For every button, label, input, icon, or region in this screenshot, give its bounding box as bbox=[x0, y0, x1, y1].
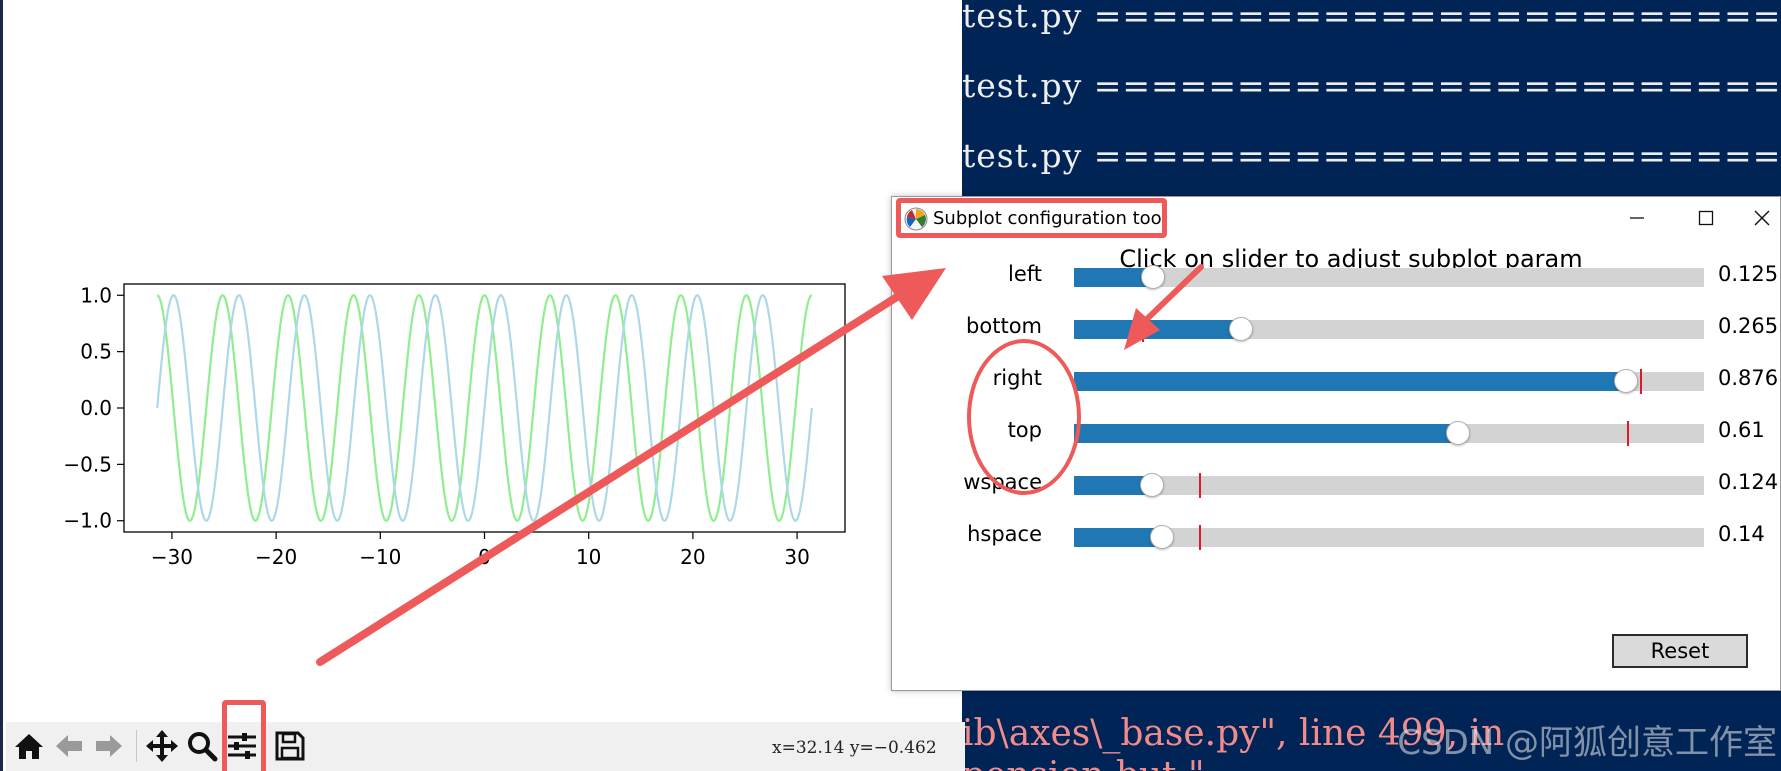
slider-handle[interactable] bbox=[1150, 525, 1175, 549]
x-tick-label: −20 bbox=[255, 545, 297, 569]
terminal-line: test.py ============================= bbox=[962, 0, 1781, 35]
slider-track[interactable] bbox=[1074, 265, 1704, 289]
subplot-config-dialog: Subplot configuration tool Click on slid… bbox=[891, 196, 1781, 691]
terminal-error-line: pension but " bbox=[962, 755, 1205, 771]
x-axis: −30 −20 −10 0 10 20 30 bbox=[151, 532, 810, 569]
figure-window: 1.0 0.5 0.0 −0.5 −1.0 −30 −20 −10 0 10 20 30 bbox=[0, 0, 965, 771]
back-icon[interactable] bbox=[50, 727, 88, 765]
slider-track[interactable] bbox=[1074, 421, 1704, 446]
slider-initial-marker bbox=[1627, 421, 1630, 446]
highlight-box bbox=[896, 198, 1167, 238]
slider-label: bottom bbox=[966, 314, 1042, 338]
slider-handle[interactable] bbox=[1140, 473, 1165, 497]
slider-initial-marker bbox=[1640, 369, 1642, 394]
y-tick-label: 1.0 bbox=[80, 283, 112, 307]
slider-handle[interactable] bbox=[1613, 369, 1638, 393]
slider-row-right: right 0.876 bbox=[892, 365, 1780, 395]
slider-value: 0.125 bbox=[1718, 262, 1779, 286]
slider-row-wspace: wspace 0.124 bbox=[892, 469, 1780, 499]
minimize-button[interactable] bbox=[1617, 203, 1657, 233]
y-tick-label: 0.0 bbox=[80, 396, 112, 420]
home-icon[interactable] bbox=[10, 727, 48, 765]
plot-lines bbox=[156, 294, 813, 522]
y-tick-label: −1.0 bbox=[63, 509, 112, 533]
pan-icon[interactable] bbox=[143, 727, 181, 765]
slider-value: 0.61 bbox=[1718, 418, 1765, 442]
slider-track[interactable] bbox=[1074, 473, 1704, 498]
terminal-line: test.py ============================= bbox=[962, 136, 1781, 175]
slider-row-left: left 0.125 bbox=[892, 261, 1780, 291]
slider-value: 0.14 bbox=[1718, 522, 1765, 546]
close-button[interactable] bbox=[1742, 203, 1781, 233]
zoom-icon[interactable] bbox=[183, 727, 221, 765]
slider-fill bbox=[1074, 424, 1459, 443]
slider-label: top bbox=[1007, 418, 1042, 442]
watermark: CSDN @阿狐创意工作室 bbox=[1397, 723, 1777, 763]
slider-handle[interactable] bbox=[1140, 265, 1165, 289]
x-tick-label: −10 bbox=[359, 545, 401, 569]
toolbar-separator bbox=[136, 730, 137, 762]
y-axis: 1.0 0.5 0.0 −0.5 −1.0 bbox=[63, 283, 124, 533]
navigation-toolbar: x=32.14 y=−0.462 bbox=[6, 700, 965, 771]
slider-value: 0.265 bbox=[1718, 314, 1779, 338]
x-tick-label: 10 bbox=[576, 545, 601, 569]
slider-initial-marker bbox=[1142, 317, 1145, 342]
plot-canvas[interactable]: 1.0 0.5 0.0 −0.5 −1.0 −30 −20 −10 0 10 20 30 bbox=[3, 0, 965, 722]
maximize-button[interactable] bbox=[1686, 203, 1726, 233]
slider-fill bbox=[1074, 372, 1626, 391]
x-tick-label: 30 bbox=[784, 545, 809, 569]
slider-label: right bbox=[992, 366, 1042, 390]
series-line-sin bbox=[156, 294, 813, 522]
slider-label: hspace bbox=[967, 522, 1042, 546]
y-tick-label: 0.5 bbox=[80, 340, 112, 364]
slider-initial-marker bbox=[1199, 473, 1201, 498]
slider-fill bbox=[1074, 528, 1163, 547]
slider-row-top: top 0.61 bbox=[892, 417, 1780, 447]
slider-value: 0.876 bbox=[1718, 366, 1779, 390]
forward-icon[interactable] bbox=[90, 727, 128, 765]
slider-handle[interactable] bbox=[1446, 421, 1471, 445]
slider-value: 0.124 bbox=[1718, 470, 1779, 494]
slider-row-bottom: bottom 0.265 bbox=[892, 313, 1780, 343]
reset-button[interactable]: Reset bbox=[1612, 634, 1748, 668]
x-tick-label: 20 bbox=[680, 545, 705, 569]
terminal-line: test.py ============================= bbox=[962, 66, 1781, 105]
slider-handle[interactable] bbox=[1228, 317, 1253, 341]
slider-fill bbox=[1074, 320, 1241, 339]
slider-label: left bbox=[1007, 262, 1042, 286]
x-tick-label: −30 bbox=[151, 545, 193, 569]
slider-initial-marker bbox=[1199, 525, 1201, 550]
highlight-box bbox=[222, 700, 266, 771]
slider-track[interactable] bbox=[1074, 525, 1704, 550]
y-tick-label: −0.5 bbox=[63, 452, 112, 476]
slider-track[interactable] bbox=[1074, 317, 1704, 342]
slider-track[interactable] bbox=[1074, 369, 1704, 394]
x-tick-label: 0 bbox=[478, 545, 491, 569]
slider-row-hspace: hspace 0.14 bbox=[892, 521, 1780, 551]
cursor-coordinates: x=32.14 y=−0.462 bbox=[772, 738, 937, 758]
slider-label: wspace bbox=[963, 470, 1042, 494]
save-icon[interactable] bbox=[271, 727, 309, 765]
dialog-titlebar[interactable]: Subplot configuration tool bbox=[892, 197, 1780, 241]
